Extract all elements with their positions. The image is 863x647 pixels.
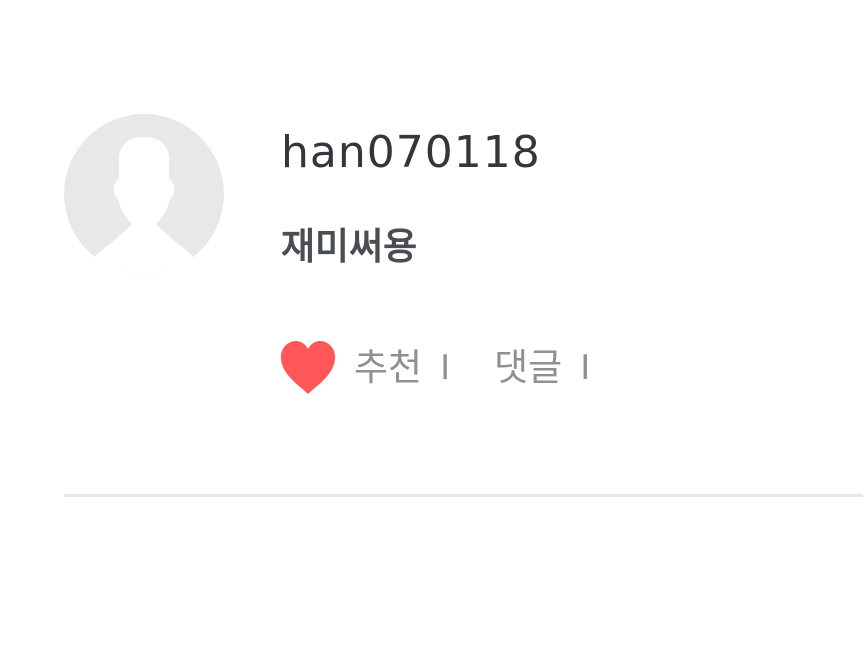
heart-icon[interactable] (279, 340, 337, 396)
comment-username[interactable]: han070118 (281, 124, 541, 182)
comments-label: 댓글 (494, 346, 563, 389)
comment-text: 재미써용 (281, 225, 418, 268)
comment-item: han070118 재미써용 추천 I 댓글 I (0, 0, 863, 647)
like-count-separator: I (440, 348, 451, 388)
avatar[interactable] (64, 114, 224, 274)
like-button[interactable]: 추천 I (354, 343, 450, 393)
default-user-avatar-icon (64, 114, 224, 274)
comments-button[interactable]: 댓글 I (494, 343, 590, 393)
like-label: 추천 (354, 346, 423, 389)
comment-actions: 추천 I 댓글 I (279, 338, 590, 398)
comment-divider (64, 494, 863, 497)
comments-count-separator: I (580, 348, 591, 388)
